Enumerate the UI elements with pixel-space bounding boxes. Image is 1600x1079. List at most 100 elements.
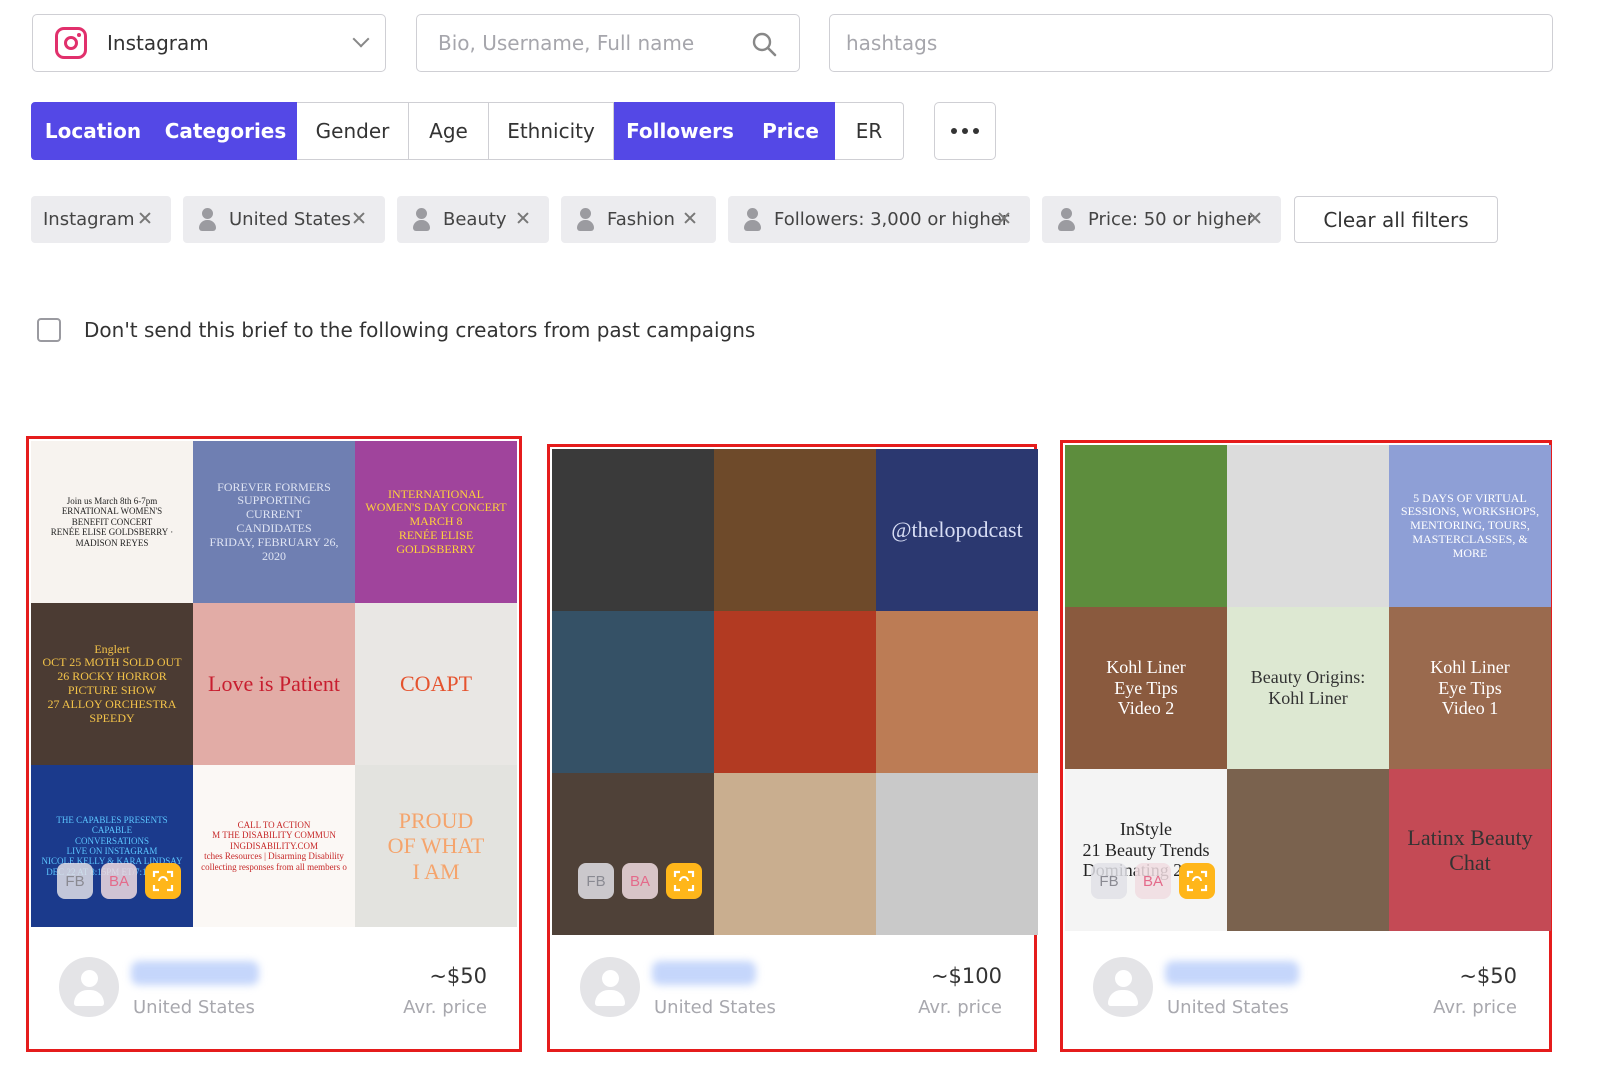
tab-ethnicity[interactable]: Ethnicity — [489, 102, 614, 160]
post-thumbnail[interactable] — [714, 773, 876, 935]
close-icon[interactable] — [1245, 208, 1265, 228]
chip-label: Instagram — [43, 209, 135, 230]
post-thumbnail-text: COAPT — [399, 671, 473, 697]
post-thumbnail-text — [951, 686, 963, 698]
price-label: Avr. price — [1433, 997, 1517, 1018]
post-thumbnail[interactable] — [714, 611, 876, 773]
creator-card[interactable]: @thelopodcast FB BA United States ~$100 … — [547, 444, 1038, 1052]
post-thumbnail-text — [627, 686, 639, 698]
post-thumbnail[interactable] — [876, 611, 1038, 773]
post-thumbnail-text: Kohl Liner Eye Tips Video 1 — [1430, 656, 1510, 719]
post-thumbnail[interactable]: Join us March 8th 6-7pm ERNATIONAL WOMEN… — [31, 441, 193, 603]
dot-icon — [951, 128, 957, 134]
post-thumbnail[interactable] — [714, 449, 876, 611]
post-thumbnail[interactable]: COAPT — [355, 603, 517, 765]
platform-label: Instagram — [107, 31, 209, 55]
post-thumbnail-text: FOREVER FORMERS SUPPORTING CURRENT CANDI… — [209, 479, 339, 563]
post-thumbnail-text — [1302, 520, 1314, 532]
creator-location: United States — [654, 997, 776, 1018]
more-filters-button[interactable] — [934, 102, 996, 160]
post-thumbnail-text: Beauty Origins: Kohl Liner — [1250, 667, 1366, 708]
creator-card[interactable]: Join us March 8th 6-7pm ERNATIONAL WOMEN… — [26, 436, 522, 1052]
post-thumbnail-text: PROUD OF WHAT I AM — [387, 808, 485, 884]
post-thumbnail-text — [789, 524, 801, 536]
post-thumbnail-text — [789, 848, 801, 860]
tab-categories[interactable]: Categories — [155, 102, 297, 160]
post-thumbnail[interactable] — [1227, 445, 1389, 607]
hashtag-box — [829, 14, 1553, 72]
close-icon[interactable] — [513, 208, 533, 228]
price-label: Avr. price — [403, 997, 487, 1018]
post-thumbnail[interactable]: CALL TO ACTION M THE DISABILITY COMMUN I… — [193, 765, 355, 927]
tab-price[interactable]: Price — [747, 102, 835, 160]
scan-icon[interactable] — [1179, 863, 1215, 899]
close-icon[interactable] — [135, 208, 155, 228]
chip-price: Price: 50 or higher — [1042, 196, 1281, 243]
exclude-past-creators-row: Don't send this brief to the following c… — [37, 318, 755, 342]
creator-price: ~$50 — [1459, 964, 1517, 988]
post-thumbnail-text — [1140, 520, 1152, 532]
post-thumbnail[interactable]: 5 DAYS OF VIRTUAL SESSIONS, WORKSHOPS, M… — [1389, 445, 1551, 607]
tab-er[interactable]: ER — [835, 102, 904, 160]
post-thumbnail[interactable] — [552, 611, 714, 773]
post-thumbnail[interactable]: INTERNATIONAL WOMEN'S DAY CONCERT MARCH … — [355, 441, 517, 603]
exclude-checkbox[interactable] — [37, 318, 61, 342]
tab-age[interactable]: Age — [409, 102, 489, 160]
close-icon[interactable] — [994, 208, 1014, 228]
tab-gender[interactable]: Gender — [297, 102, 409, 160]
post-thumbnail[interactable]: Englert OCT 25 MOTH SOLD OUT 26 ROCKY HO… — [31, 603, 193, 765]
post-thumbnail[interactable]: Kohl Liner Eye Tips Video 2 — [1065, 607, 1227, 769]
creator-name-redacted — [652, 961, 756, 985]
post-thumbnail-text: Join us March 8th 6-7pm ERNATIONAL WOMEN… — [50, 496, 174, 548]
post-thumbnail[interactable]: Love is Patient — [193, 603, 355, 765]
post-thumbnail[interactable] — [876, 773, 1038, 935]
user-icon — [413, 207, 430, 232]
post-thumbnail-text: 5 DAYS OF VIRTUAL SESSIONS, WORKSHOPS, M… — [1400, 490, 1540, 560]
post-thumbnail[interactable]: Latinx Beauty Chat — [1389, 769, 1551, 931]
post-thumbnail[interactable] — [1065, 445, 1227, 607]
platform-badges: FB BA — [1091, 863, 1215, 899]
user-icon — [1058, 207, 1075, 232]
tab-location[interactable]: Location — [31, 102, 155, 160]
post-thumbnail[interactable]: InStyle 21 Beauty Trends Dominating 2021 — [1065, 769, 1227, 931]
creator-location: United States — [1167, 997, 1289, 1018]
post-thumbnail-text — [627, 524, 639, 536]
post-thumbnail-text: Love is Patient — [208, 671, 340, 697]
post-thumbnail-text — [951, 848, 963, 860]
chip-followers: Followers: 3,000 or higher — [728, 196, 1030, 243]
post-thumbnail[interactable] — [1227, 769, 1389, 931]
scan-icon[interactable] — [145, 863, 181, 899]
platform-badges: FB BA — [578, 863, 702, 899]
avatar — [1093, 957, 1153, 1017]
facebook-badge: FB — [57, 863, 93, 899]
close-icon[interactable] — [349, 208, 369, 228]
search-icon[interactable] — [751, 31, 777, 57]
post-thumbnail[interactable]: PROUD OF WHAT I AM — [355, 765, 517, 927]
creator-location: United States — [133, 997, 255, 1018]
post-thumbnail[interactable]: FOREVER FORMERS SUPPORTING CURRENT CANDI… — [193, 441, 355, 603]
post-thumbnail-text: Englert OCT 25 MOTH SOLD OUT 26 ROCKY HO… — [42, 641, 182, 725]
clear-all-filters-button[interactable]: Clear all filters — [1294, 196, 1498, 243]
post-thumbnail[interactable]: Kohl Liner Eye Tips Video 1 — [1389, 607, 1551, 769]
post-thumbnail[interactable]: @thelopodcast — [876, 449, 1038, 611]
chip-label: Fashion — [607, 209, 675, 230]
platform-select[interactable]: Instagram — [32, 14, 386, 72]
close-icon[interactable] — [680, 208, 700, 228]
card-footer: United States ~$100 Avr. price — [550, 931, 1034, 1049]
creator-name-redacted — [1165, 961, 1299, 985]
post-thumbnail[interactable] — [552, 773, 714, 935]
scan-icon[interactable] — [666, 863, 702, 899]
post-thumbnail-text: CALL TO ACTION M THE DISABILITY COMMUN I… — [201, 820, 347, 872]
chip-fashion: Fashion — [561, 196, 716, 243]
chip-united-states: United States — [183, 196, 385, 243]
post-thumbnail-text — [789, 686, 801, 698]
creator-card[interactable]: 5 DAYS OF VIRTUAL SESSIONS, WORKSHOPS, M… — [1060, 440, 1552, 1052]
post-thumbnail[interactable]: THE CAPABLES PRESENTS CAPABLE CONVERSATI… — [31, 765, 193, 927]
chip-label: Price: 50 or higher — [1088, 209, 1255, 230]
post-thumbnail[interactable] — [552, 449, 714, 611]
post-thumbnail[interactable]: Beauty Origins: Kohl Liner — [1227, 607, 1389, 769]
tab-followers[interactable]: Followers — [614, 102, 747, 160]
bio-search-input[interactable] — [417, 15, 737, 71]
hashtag-input[interactable] — [830, 15, 1552, 71]
facebook-badge: FB — [578, 863, 614, 899]
